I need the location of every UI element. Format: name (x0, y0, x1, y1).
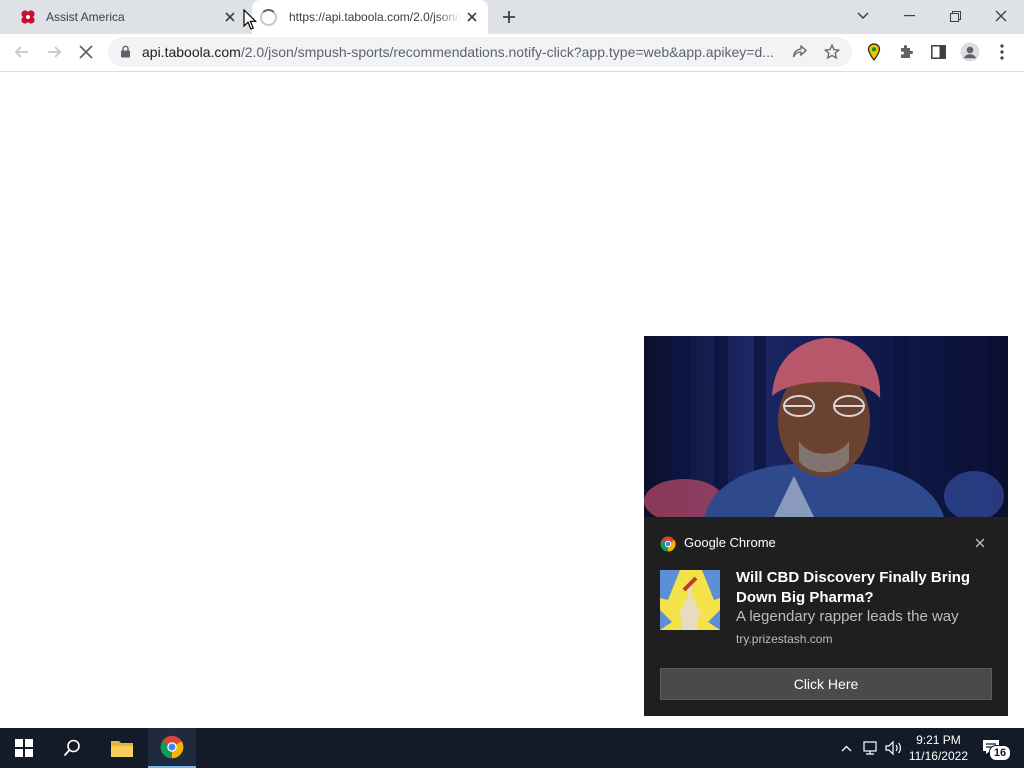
tab-taboola[interactable]: https://api.taboola.com/2.0/json/smpush-… (252, 0, 488, 34)
arrow-right-icon (48, 46, 62, 58)
file-explorer-button[interactable] (98, 728, 146, 768)
close-icon (995, 10, 1007, 22)
location-pin-extension-icon (867, 43, 881, 61)
start-button[interactable] (0, 728, 48, 768)
search-icon (63, 739, 80, 757)
stop-icon (79, 45, 93, 59)
rapper-photo-icon (644, 336, 1004, 517)
minimize-icon (903, 15, 915, 17)
close-tab-icon[interactable] (220, 7, 240, 27)
click-here-button[interactable]: Click Here (660, 668, 992, 700)
chrome-notification[interactable]: Google Chrome Will CBD Discovery Finally… (644, 336, 1008, 716)
folder-icon (111, 741, 133, 757)
show-hidden-icons-button[interactable] (838, 740, 854, 756)
side-panel-button[interactable] (924, 38, 952, 66)
close-icon (975, 538, 985, 548)
profile-button[interactable] (956, 38, 984, 66)
puzzle-icon (901, 45, 913, 58)
avatar-icon (960, 42, 980, 62)
url-host: api.taboola.com (142, 44, 241, 60)
new-tab-button[interactable] (496, 5, 522, 29)
search-button[interactable] (48, 728, 96, 768)
action-center-button[interactable]: 16 (980, 738, 1011, 761)
network-icon (863, 741, 877, 755)
clock-date: 11/16/2022 (908, 749, 968, 763)
capitol-pill-thumbnail-icon[interactable] (660, 570, 720, 630)
clock-time: 9:21 PM (916, 733, 961, 747)
chrome-logo-icon (160, 735, 184, 759)
network-button[interactable] (862, 740, 880, 756)
lock-icon[interactable] (120, 45, 131, 58)
clock[interactable]: 9:21 PM 11/16/2022 (909, 732, 968, 764)
volume-button[interactable] (885, 740, 903, 756)
share-button[interactable] (790, 42, 810, 62)
minimize-button[interactable] (886, 0, 932, 32)
share-icon (792, 44, 807, 57)
notification-count-badge: 16 (989, 745, 1011, 761)
windows-logo-icon (15, 739, 33, 757)
extensions-button[interactable] (892, 38, 920, 66)
tab-assist-america[interactable]: Assist America (8, 0, 246, 34)
back-button[interactable] (8, 38, 36, 66)
taskbar: 9:21 PM 11/16/2022 16 (0, 728, 1024, 768)
mouse-cursor-icon (243, 9, 257, 30)
url-path: /2.0/json/smpush-sports/recommendations.… (240, 44, 774, 60)
tab-strip: Assist America https://api.taboola.com/2… (0, 0, 1024, 34)
chevron-up-icon (841, 745, 851, 751)
chrome-logo-icon (660, 536, 676, 552)
notification-hero-image[interactable] (644, 336, 1008, 517)
plus-icon (503, 11, 515, 23)
notification-body: A legendary rapper leads the way (736, 608, 959, 625)
tab-title: Assist America (46, 10, 125, 24)
bookmark-button[interactable] (822, 42, 842, 62)
forward-button[interactable] (40, 38, 68, 66)
side-panel-icon (930, 45, 946, 59)
browser-toolbar: api.taboola.com/2.0/json/smpush-sports/r… (0, 34, 1024, 72)
close-window-button[interactable] (978, 0, 1024, 32)
url-text[interactable]: api.taboola.com/2.0/json/smpush-sports/r… (142, 44, 782, 60)
loading-spinner-icon (260, 8, 277, 26)
tab-title: https://api.taboola.com/2.0/json/smpush-… (289, 10, 462, 24)
notification-title: Will CBD Discovery Finally Bring Down Bi… (736, 569, 971, 606)
close-tab-icon[interactable] (462, 7, 482, 27)
speaker-icon (885, 740, 901, 756)
tab-search-button[interactable] (840, 0, 886, 32)
address-bar[interactable]: api.taboola.com/2.0/json/smpush-sports/r… (108, 37, 852, 67)
assist-america-logo-icon (21, 10, 35, 24)
notification-domain: try.prizestash.com (736, 632, 833, 646)
stop-loading-button[interactable] (72, 38, 100, 66)
notification-app-name: Google Chrome (684, 535, 776, 550)
more-vert-icon (1000, 44, 1004, 60)
chrome-taskbar-button[interactable] (148, 728, 196, 768)
extension-button[interactable] (860, 38, 888, 66)
arrow-left-icon (14, 46, 28, 58)
chevron-down-icon (857, 12, 869, 20)
notification-close-button[interactable] (970, 533, 990, 553)
restore-button[interactable] (932, 0, 978, 32)
star-icon (824, 44, 840, 60)
restore-icon (949, 10, 961, 22)
menu-button[interactable] (988, 38, 1016, 66)
